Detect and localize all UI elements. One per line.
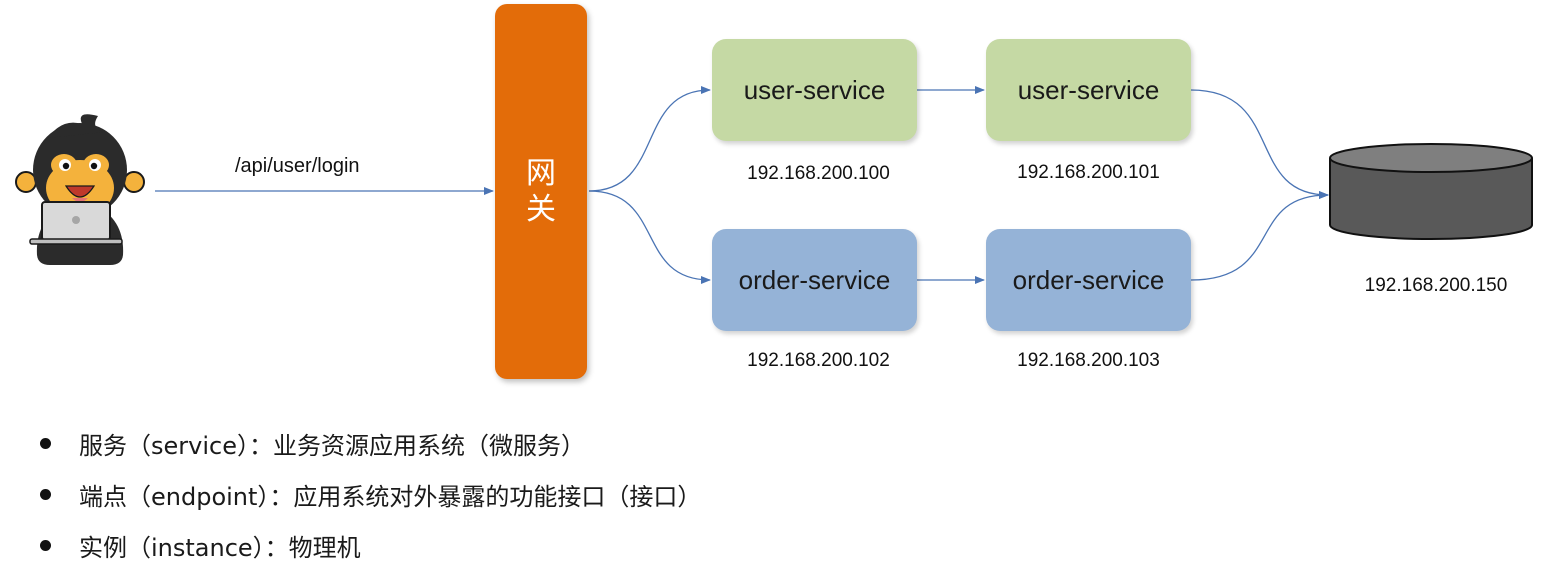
user-service-node-2: user-service (986, 39, 1191, 141)
order-service-1-ip: 192.168.200.102 (747, 350, 890, 371)
definition-text: 端点（endpoint）：应用系统对外暴露的功能接口（接口） (79, 483, 702, 511)
gateway-box: 网关 (495, 4, 587, 379)
database-icon (1329, 143, 1533, 240)
request-path-label: /api/user/login (235, 155, 360, 177)
definition-list: 服务（service）：业务资源应用系统（微服务） 端点（endpoint）：应… (40, 418, 701, 571)
diagram-canvas: /api/user/login 网关 user-service user-ser… (0, 0, 1555, 572)
arrow-gateway-to-order-service-1 (588, 190, 711, 284)
definition-text: 服务（service）：业务资源应用系统（微服务） (79, 432, 585, 460)
user-service-node-1: user-service (712, 39, 917, 141)
definition-instance: 实例（instance）：物理机 (40, 520, 701, 571)
user-service-1-ip: 192.168.200.100 (747, 163, 890, 184)
user-service-2-ip: 192.168.200.101 (1017, 162, 1160, 183)
definition-text: 实例（instance）：物理机 (79, 534, 361, 562)
definition-service: 服务（service）：业务资源应用系统（微服务） (40, 418, 701, 469)
bullet-icon (40, 540, 51, 551)
gateway-label: 网关 (526, 155, 556, 227)
order-service-node-2: order-service (986, 229, 1191, 331)
arrow-gateway-to-user-service-1 (588, 86, 711, 192)
arrow-order-service-2-to-db (1190, 191, 1329, 281)
bullet-icon (40, 489, 51, 500)
database-ip: 192.168.200.150 (1364, 275, 1508, 296)
definition-endpoint: 端点（endpoint）：应用系统对外暴露的功能接口（接口） (40, 469, 701, 520)
order-service-2-ip: 192.168.200.103 (1017, 350, 1160, 371)
monkey-developer-icon (15, 114, 145, 265)
bullet-icon (40, 438, 51, 449)
order-service-node-1: order-service (712, 229, 917, 331)
arrow-user-service-2-to-db (1190, 89, 1329, 199)
